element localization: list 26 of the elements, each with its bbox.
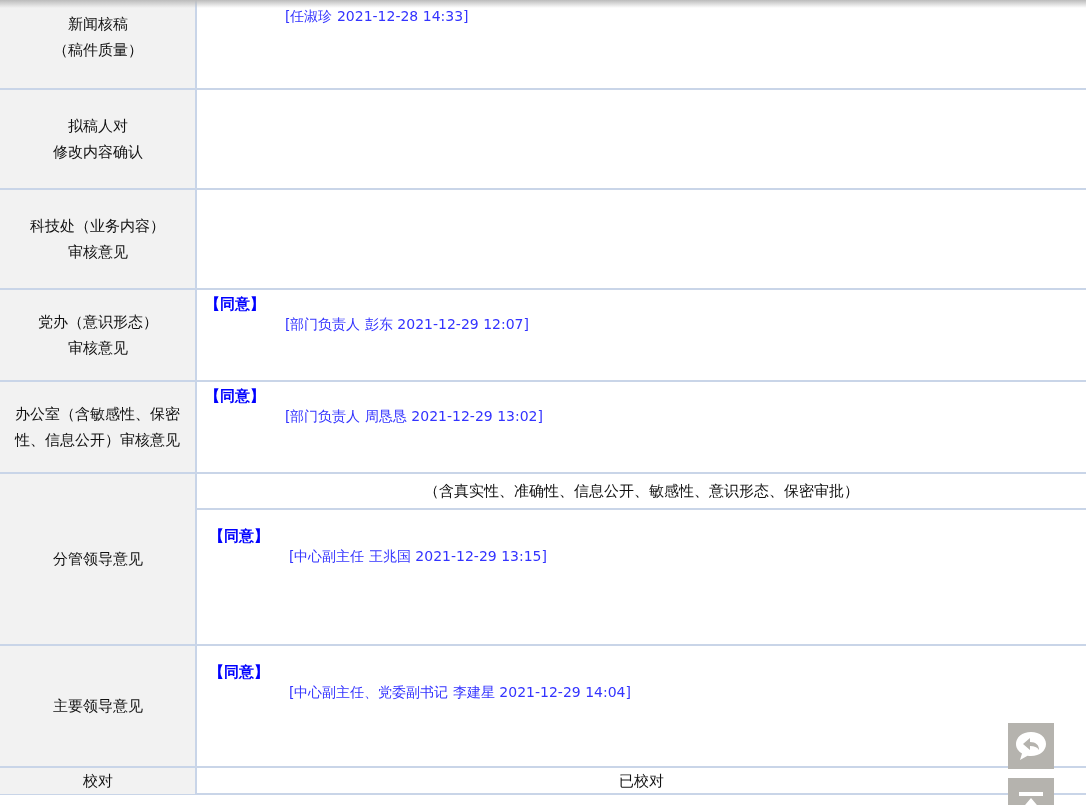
verdict-text: 【同意】 [209,662,269,682]
row-label: （稿件质量） [52,40,143,61]
signer-text: [部门负责人 彭东 2021-12-29 12:07] [285,315,529,334]
signer-text: [部门负责人 周恳恳 2021-12-29 13:02] [285,407,543,426]
row-label: 审核意见 [67,338,128,359]
row-label: 修改内容确认 [52,142,143,163]
row-label: 党办（意识形态） [37,312,158,333]
row-label: 办公室（含敏感性、保密 [15,404,180,425]
signer-text: [任淑珍 2021-12-28 14:33] [285,7,469,26]
verdict-text: 【同意】 [209,526,269,546]
row-label: 拟稿人对 [67,116,128,137]
reply-bubble-icon [1014,730,1048,762]
row-label: 性、信息公开）审核意见 [15,430,180,451]
signer-text: [中心副主任 王兆国 2021-12-29 13:15] [289,547,547,566]
comment-button[interactable] [1008,723,1054,769]
row-label: 主要领导意见 [52,696,143,717]
proofread-status: 已校对 [619,771,664,791]
verdict-text: 【同意】 [205,294,265,314]
row-label: 分管领导意见 [52,549,143,570]
row-label: 新闻核稿 [67,14,128,35]
signer-text: [中心副主任、党委副书记 李建星 2021-12-29 14:04] [289,683,631,702]
row-label: 科技处（业务内容） [30,216,165,237]
row-label: 审核意见 [67,242,128,263]
verdict-text: 【同意】 [205,386,265,406]
note-text: （含真实性、准确性、信息公开、敏感性、意识形态、保密审批） [197,474,1086,510]
row-label: 校对 [82,771,113,792]
